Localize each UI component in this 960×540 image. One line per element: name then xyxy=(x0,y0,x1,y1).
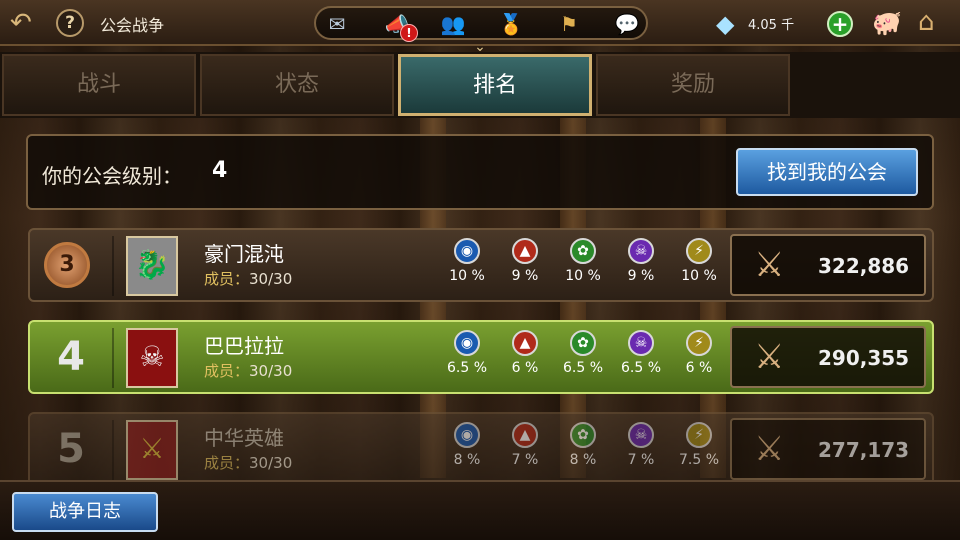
water-icon: ◉ xyxy=(454,330,480,356)
shield-swords-icon: ⚔ xyxy=(754,337,785,377)
tab-battle[interactable]: 战斗 xyxy=(2,54,196,116)
gem-icon: ◆ xyxy=(716,10,735,38)
back-arrow-icon[interactable]: ↶ xyxy=(10,10,44,36)
score-box: ⚔ 322,886 xyxy=(730,234,926,296)
guild-level-value: 4 xyxy=(212,158,228,183)
element-stat: ⚡ 6 % xyxy=(674,330,724,376)
piggy-bank-icon[interactable]: 🐖 xyxy=(872,9,902,37)
element-stat: ☠ 9 % xyxy=(616,238,666,284)
element-stat: ✿ 10 % xyxy=(558,238,608,284)
light-icon: ⚡ xyxy=(686,422,712,448)
guild-level-label: 你的公会级别： xyxy=(42,164,182,188)
bookmark-icon[interactable]: ⚑ xyxy=(554,12,584,36)
score-box: ⚔ 290,355 xyxy=(730,326,926,388)
dark-icon: ☠ xyxy=(628,238,654,264)
element-stat: ◉ 8 % xyxy=(442,422,492,468)
guild-name: 豪门混沌 xyxy=(204,242,284,266)
shortcut-bar: ✉ 📣 ! 👥 🏅 ⚑ 💬 xyxy=(314,6,648,42)
tab-bar: 战斗 状态 排名 奖励 xyxy=(0,52,960,118)
tab-rewards[interactable]: 奖励 xyxy=(596,54,790,116)
divider xyxy=(112,328,114,388)
home-icon[interactable]: ⌂ xyxy=(918,7,935,37)
guild-score: 290,355 xyxy=(818,346,910,370)
guild-level-panel: 你的公会级别： 4 找到我的公会 xyxy=(26,134,934,210)
divider xyxy=(112,420,114,480)
help-icon[interactable]: ? xyxy=(56,9,84,37)
guild-members: 成员：30/30 xyxy=(204,362,293,380)
dragon-banner-icon: 🐉 xyxy=(126,236,178,296)
element-stat: ✿ 6.5 % xyxy=(558,330,608,376)
chat-icon[interactable]: 💬 xyxy=(612,12,642,36)
friends-icon[interactable]: 👥 xyxy=(438,12,468,36)
guild-score: 322,886 xyxy=(818,254,910,278)
element-stat: ◉ 6.5 % xyxy=(442,330,492,376)
guild-name: 巴巴拉拉 xyxy=(204,334,284,358)
bronze-medal-icon: 3 xyxy=(44,242,90,288)
shield-swords-icon: ⚔ xyxy=(754,245,785,285)
element-stat: ✿ 8 % xyxy=(558,422,608,468)
light-icon: ⚡ xyxy=(686,238,712,264)
dark-icon: ☠ xyxy=(628,330,654,356)
element-stat: ▲ 7 % xyxy=(500,422,550,468)
nature-icon: ✿ xyxy=(570,330,596,356)
find-my-guild-button[interactable]: 找到我的公会 xyxy=(736,148,918,196)
rank-number: 5 xyxy=(57,426,85,472)
mail-icon[interactable]: ✉ xyxy=(322,12,352,36)
nature-icon: ✿ xyxy=(570,422,596,448)
tab-ranking[interactable]: 排名 xyxy=(398,54,592,116)
tab-status[interactable]: 状态 xyxy=(200,54,394,116)
nature-icon: ✿ xyxy=(570,238,596,264)
add-gems-button[interactable]: + xyxy=(827,11,853,37)
guild-members: 成员：30/30 xyxy=(204,270,293,288)
war-log-button[interactable]: 战争日志 xyxy=(12,492,158,532)
element-stat: ⚡ 7.5 % xyxy=(674,422,724,468)
guild-score: 277,173 xyxy=(818,438,910,462)
ranking-row-mine[interactable]: 4 ☠ 巴巴拉拉 成员：30/30 ◉ 6.5 % ▲ 6 % ✿ 6.5 % ☠ 6.… xyxy=(28,320,934,394)
page-title: 公会战争 xyxy=(100,16,165,35)
water-icon: ◉ xyxy=(454,238,480,264)
ranking-row[interactable]: 3 🐉 豪门混沌 成员：30/30 ◉ 10 % ▲ 9 % ✿ 10 % ☠ 9 % … xyxy=(28,228,934,302)
fire-icon: ▲ xyxy=(512,238,538,264)
notification-badge: ! xyxy=(400,24,418,42)
gem-count: 4.05 千 xyxy=(748,18,795,33)
ranking-row[interactable]: 5 ⚔ 中华英雄 成员：30/30 ◉ 8 % ▲ 7 % ✿ 8 % ☠ 7 % ⚡ 7… xyxy=(28,412,934,486)
fire-icon: ▲ xyxy=(512,422,538,448)
element-stat: ⚡ 10 % xyxy=(674,238,724,284)
element-stat: ▲ 9 % xyxy=(500,238,550,284)
rank-number: 4 xyxy=(57,334,85,380)
element-stat: ▲ 6 % xyxy=(500,330,550,376)
element-stat: ☠ 6.5 % xyxy=(616,330,666,376)
divider xyxy=(112,236,114,296)
skull-banner-icon: ☠ xyxy=(126,328,178,388)
fire-icon: ▲ xyxy=(512,330,538,356)
element-stat: ☠ 7 % xyxy=(616,422,666,468)
shield-swords-icon: ⚔ xyxy=(754,429,785,469)
score-box: ⚔ 277,173 xyxy=(730,418,926,480)
guild-name: 中华英雄 xyxy=(204,426,284,450)
achievement-icon[interactable]: 🏅 xyxy=(496,12,526,36)
dark-icon: ☠ xyxy=(628,422,654,448)
water-icon: ◉ xyxy=(454,422,480,448)
guild-members: 成员：30/30 xyxy=(204,454,293,472)
element-stat: ◉ 10 % xyxy=(442,238,492,284)
crossed-swords-banner-icon: ⚔ xyxy=(126,420,178,480)
light-icon: ⚡ xyxy=(686,330,712,356)
